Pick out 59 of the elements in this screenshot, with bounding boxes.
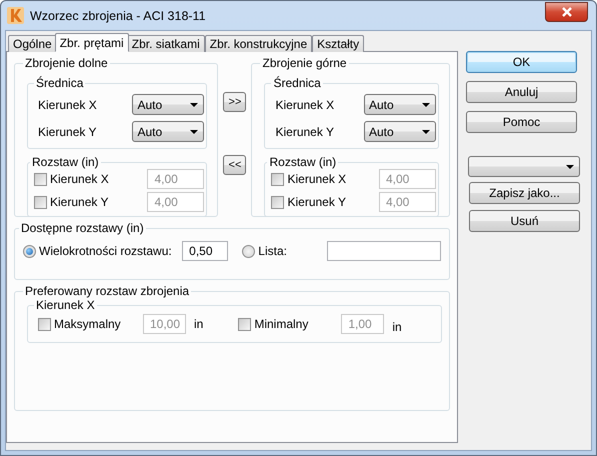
group-title: Zbrojenie górne xyxy=(261,56,348,70)
radio-button[interactable] xyxy=(23,244,36,258)
dialog-button[interactable]: Anuluj xyxy=(466,81,577,103)
copy-button[interactable]: << xyxy=(223,155,246,175)
multiple-field[interactable]: 0,50 xyxy=(182,241,228,261)
checkbox[interactable] xyxy=(34,172,47,186)
tab[interactable]: Zbr. prętami xyxy=(54,33,129,52)
checkbox-label: Kierunek X xyxy=(50,172,109,186)
checkbox-label: Kierunek X xyxy=(287,172,346,186)
unit-label: in xyxy=(391,320,403,334)
group-title: Rozstaw (in) xyxy=(31,155,100,169)
tab[interactable]: Zbr. konstrukcyjne xyxy=(204,35,312,52)
tab[interactable]: Kształty xyxy=(312,35,364,52)
field-label: Kierunek X xyxy=(275,98,334,112)
field-label: Kierunek Y xyxy=(38,124,96,138)
tab[interactable]: Ogólne xyxy=(8,35,57,52)
field-label: Kierunek X xyxy=(38,98,97,112)
unit-label: in xyxy=(193,317,204,331)
group-title: Kierunek X xyxy=(35,298,96,312)
diameter-dropdown[interactable]: Auto xyxy=(132,94,204,115)
checkbox[interactable] xyxy=(271,196,284,208)
dialog-button[interactable]: Pomoc xyxy=(466,111,577,133)
tab[interactable]: Zbr. siatkami xyxy=(126,35,205,52)
group-title: Dostępne rozstawy (in) xyxy=(20,221,145,235)
app-logo-icon xyxy=(7,7,24,24)
checkbox[interactable] xyxy=(238,318,252,330)
group-title: Zbrojenie dolne xyxy=(24,56,109,70)
caret-icon xyxy=(422,130,430,134)
caret-icon xyxy=(422,102,430,106)
group-title: Preferowany rozstaw zbrojenia xyxy=(24,284,190,298)
group-title: Średnica xyxy=(35,76,84,90)
checkbox-label: Minimalny xyxy=(254,317,310,331)
list-field[interactable] xyxy=(327,241,441,261)
radio-button[interactable] xyxy=(242,244,256,258)
checkbox[interactable] xyxy=(34,196,47,208)
checkbox-label: Kierunek Y xyxy=(287,195,346,209)
diameter-dropdown[interactable]: Auto xyxy=(364,94,436,115)
dialog-button[interactable]: OK xyxy=(466,51,577,73)
group-title: Rozstaw (in) xyxy=(268,155,338,169)
group-title: Średnica xyxy=(272,76,322,90)
close-button[interactable] xyxy=(545,2,588,22)
window-title: Wzorzec zbrojenia - ACI 318-11 xyxy=(30,8,207,22)
caret-icon xyxy=(566,164,574,168)
caret-icon xyxy=(190,102,198,106)
checkbox-label: Maksymalny xyxy=(54,317,122,331)
caret-icon xyxy=(190,130,198,134)
copy-button[interactable]: >> xyxy=(223,92,246,112)
checkbox[interactable] xyxy=(271,172,284,186)
checkbox[interactable] xyxy=(38,318,51,330)
radio-label: Lista: xyxy=(258,244,288,258)
radio-label: Wielokrotności rozstawu: xyxy=(39,244,173,258)
template-button[interactable]: Zapisz jako... xyxy=(469,182,580,204)
template-button[interactable]: Usuń xyxy=(469,210,580,232)
diameter-dropdown[interactable]: Auto xyxy=(132,121,204,142)
field-label: Kierunek Y xyxy=(275,124,334,138)
close-icon xyxy=(560,6,572,16)
checkbox-label: Kierunek Y xyxy=(50,195,108,209)
template-dropdown[interactable] xyxy=(468,156,580,177)
diameter-dropdown[interactable]: Auto xyxy=(364,121,436,142)
